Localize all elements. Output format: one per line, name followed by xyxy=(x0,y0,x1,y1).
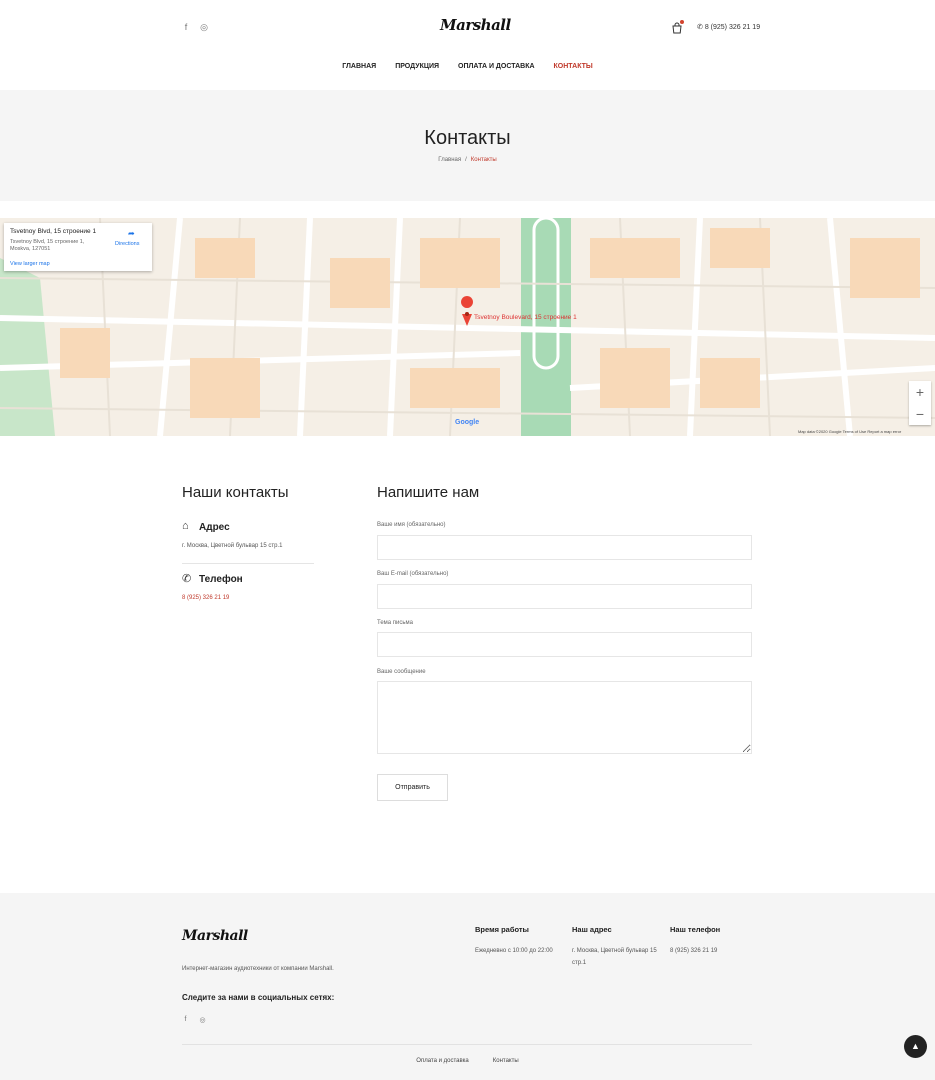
email-input[interactable] xyxy=(377,584,752,609)
header-phone[interactable]: ✆ 8 (925) 326 21 19 xyxy=(697,23,760,31)
subject-label: Тема письма xyxy=(377,620,413,626)
address-text: г. Москва, Цветной бульвар 15 стр.1 xyxy=(182,543,283,549)
footer-links: Оплата и доставка Контакты xyxy=(0,1058,935,1064)
nav-item-home[interactable]: ГЛАВНАЯ xyxy=(342,63,376,70)
form-heading: Напишите нам xyxy=(377,484,480,501)
footer-social: f ◎ xyxy=(182,1016,206,1024)
name-input[interactable] xyxy=(377,535,752,560)
submit-button[interactable]: Отправить xyxy=(377,774,448,801)
email-label: Ваш E-mail (обязательно) xyxy=(377,571,449,577)
home-icon: ⌂ xyxy=(182,520,189,532)
site-logo[interactable]: Marshall xyxy=(440,16,511,34)
chevron-up-icon[interactable]: ▲ xyxy=(904,1035,927,1058)
map-place-name: Tsvetnoy Blvd, 15 строение 1 xyxy=(10,228,97,235)
site-footer xyxy=(0,893,935,1080)
nav-item-contacts[interactable]: КОНТАКТЫ xyxy=(554,63,593,70)
phone-heading: Телефон xyxy=(199,574,243,585)
header-phone-number: 8 (925) 326 21 19 xyxy=(704,24,761,31)
footer-logo[interactable]: Marshall xyxy=(182,928,248,944)
name-label: Ваше имя (обязательно) xyxy=(377,522,446,528)
nav-item-products[interactable]: ПРОДУКЦИЯ xyxy=(395,63,439,70)
phone-icon: ✆ xyxy=(182,573,192,585)
site-header: f ◎ Marshall ✆ 8 (925) 326 21 19 xyxy=(0,0,935,90)
google-logo: Google xyxy=(455,419,480,426)
zoom-in-button[interactable]: + xyxy=(909,381,931,403)
footer-hours-heading: Время работы xyxy=(475,925,529,934)
message-label: Ваше сообщение xyxy=(377,669,426,675)
footer-phone-heading: Наш телефон xyxy=(670,925,721,934)
map-info-card: Tsvetnoy Blvd, 15 строение 1 Tsvetnoy Bl… xyxy=(4,223,152,271)
contacts-heading: Наши контакты xyxy=(182,484,289,501)
cart-count-badge xyxy=(680,20,684,24)
facebook-icon[interactable]: f xyxy=(182,22,190,33)
instagram-icon[interactable]: ◎ xyxy=(200,22,208,33)
view-larger-map-link[interactable]: View larger map xyxy=(10,261,50,267)
footer-link-delivery[interactable]: Оплата и доставка xyxy=(416,1058,468,1064)
phone-link[interactable]: 8 (925) 326 21 19 xyxy=(182,595,229,601)
footer-description: Интернет-магазин аудиотехники от компани… xyxy=(182,966,334,972)
map-zoom-control: + − xyxy=(909,381,931,425)
map-place-address-line2: Moskva, 127051 xyxy=(10,246,51,252)
phone-icon: ✆ xyxy=(697,24,703,31)
footer-phone-text[interactable]: 8 (925) 326 21 19 xyxy=(670,945,750,957)
breadcrumb: Главная / Контакты xyxy=(0,157,935,163)
nav-item-delivery[interactable]: ОПЛАТА И ДОСТАВКА xyxy=(458,63,535,70)
footer-link-contacts[interactable]: Контакты xyxy=(493,1058,519,1064)
zoom-out-button[interactable]: − xyxy=(909,403,931,425)
footer-social-heading: Следите за нами в социальных сетях: xyxy=(182,993,335,1002)
main-nav: ГЛАВНАЯ ПРОДУКЦИЯ ОПЛАТА И ДОСТАВКА КОНТ… xyxy=(0,63,935,70)
page-title: Контакты xyxy=(424,127,511,149)
google-map[interactable]: Tsvetnoy Blvd, 15 строение 1 Tsvetnoy Bl… xyxy=(0,218,935,436)
footer-hours-text: Ежедневно с 10:00 до 22:00 xyxy=(475,948,553,954)
map-attribution[interactable]: Map data ©2020 Google Terms of Use Repor… xyxy=(798,429,901,434)
facebook-icon[interactable]: f xyxy=(182,1016,189,1024)
breadcrumb-current: Контакты xyxy=(470,157,497,163)
breadcrumb-home[interactable]: Главная xyxy=(438,157,461,163)
contacts-divider xyxy=(182,563,314,564)
footer-address-text: г. Москва, Цветной бульвар 15 стр.1 xyxy=(572,948,657,966)
header-social: f ◎ xyxy=(182,22,208,33)
breadcrumb-separator: / xyxy=(465,157,467,163)
instagram-icon[interactable]: ◎ xyxy=(199,1016,206,1024)
directions-icon[interactable]: ➦ xyxy=(128,229,135,238)
directions-link[interactable]: Directions xyxy=(115,241,139,247)
footer-address-heading: Наш адрес xyxy=(572,925,612,934)
map-place-address-line1: Tsvetnoy Blvd, 15 строение 1, xyxy=(10,239,85,245)
address-heading: Адрес xyxy=(199,522,230,533)
subject-input[interactable] xyxy=(377,632,752,657)
message-textarea[interactable] xyxy=(377,681,752,754)
map-pin-label: Tsvetnoy Boulevard, 15 строение 1 xyxy=(474,314,577,321)
footer-divider xyxy=(182,1044,752,1045)
